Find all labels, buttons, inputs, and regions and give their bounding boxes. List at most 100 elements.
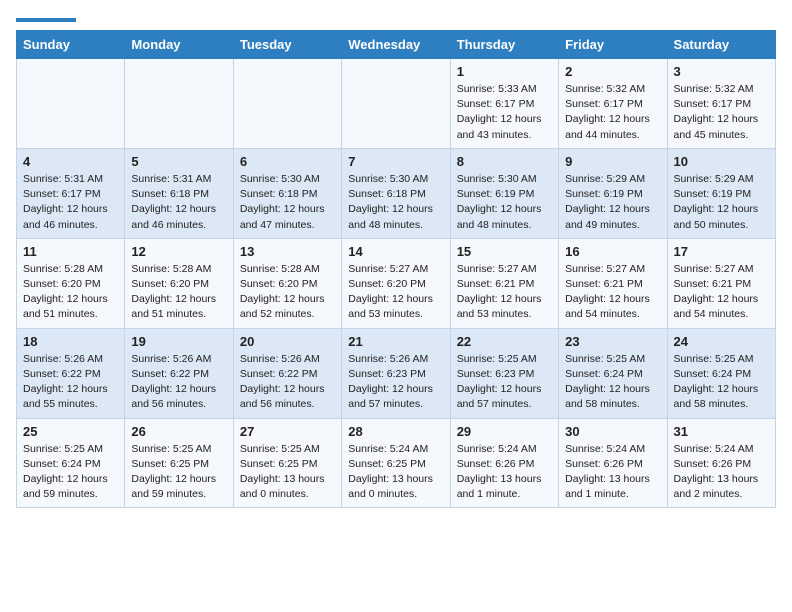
day-cell: 17 Sunrise: 5:27 AMSunset: 6:21 PMDayligh…	[667, 238, 775, 328]
day-cell: 8Sunrise: 5:30 AMSunset: 6:19 PMDaylight…	[450, 148, 558, 238]
day-number: 28	[348, 424, 443, 439]
logo	[16, 16, 76, 22]
day-number: 6	[240, 154, 335, 169]
day-number: 12	[131, 244, 226, 259]
day-cell: 10 Sunrise: 5:29 AMSunset: 6:19 PMDayligh…	[667, 148, 775, 238]
day-number: 1	[457, 64, 552, 79]
day-number: 22	[457, 334, 552, 349]
day-cell: 30Sunrise: 5:24 AMSunset: 6:26 PMDayligh…	[559, 418, 667, 508]
day-cell	[342, 59, 450, 149]
day-number: 20	[240, 334, 335, 349]
day-info: Sunrise: 5:25 AMSunset: 6:25 PMDaylight:…	[131, 442, 226, 503]
calendar-body: 1 Sunrise: 5:33 AMSunset: 6:17 PMDaylight…	[17, 59, 776, 508]
day-number: 16	[565, 244, 660, 259]
day-number: 15	[457, 244, 552, 259]
day-cell: 6 Sunrise: 5:30 AMSunset: 6:18 PMDaylight…	[233, 148, 341, 238]
day-cell: 22 Sunrise: 5:25 AMSunset: 6:23 PMDayligh…	[450, 328, 558, 418]
day-info: Sunrise: 5:28 AMSunset: 6:20 PMDaylight:…	[131, 262, 226, 323]
day-cell: 3 Sunrise: 5:32 AMSunset: 6:17 PMDaylight…	[667, 59, 775, 149]
day-number: 2	[565, 64, 660, 79]
day-info: Sunrise: 5:28 AMSunset: 6:20 PMDaylight:…	[240, 262, 335, 323]
day-number: 17	[674, 244, 769, 259]
day-cell: 26 Sunrise: 5:25 AMSunset: 6:25 PMDayligh…	[125, 418, 233, 508]
day-number: 11	[23, 244, 118, 259]
day-cell	[125, 59, 233, 149]
day-number: 9	[565, 154, 660, 169]
header-cell-friday: Friday	[559, 31, 667, 59]
header-cell-monday: Monday	[125, 31, 233, 59]
day-info: Sunrise: 5:26 AMSunset: 6:22 PMDaylight:…	[240, 352, 335, 413]
day-number: 5	[131, 154, 226, 169]
day-info: Sunrise: 5:31 AMSunset: 6:17 PMDaylight:…	[23, 172, 118, 233]
day-info: Sunrise: 5:25 AMSunset: 6:24 PMDaylight:…	[565, 352, 660, 413]
day-cell: 18 Sunrise: 5:26 AMSunset: 6:22 PMDayligh…	[17, 328, 125, 418]
day-info: Sunrise: 5:30 AMSunset: 6:19 PMDaylight:…	[457, 172, 552, 233]
day-cell: 9 Sunrise: 5:29 AMSunset: 6:19 PMDaylight…	[559, 148, 667, 238]
day-number: 3	[674, 64, 769, 79]
day-cell: 4 Sunrise: 5:31 AMSunset: 6:17 PMDaylight…	[17, 148, 125, 238]
day-info: Sunrise: 5:32 AMSunset: 6:17 PMDaylight:…	[674, 82, 769, 143]
day-cell: 1 Sunrise: 5:33 AMSunset: 6:17 PMDaylight…	[450, 59, 558, 149]
day-info: Sunrise: 5:33 AMSunset: 6:17 PMDaylight:…	[457, 82, 552, 143]
week-row-5: 25 Sunrise: 5:25 AMSunset: 6:24 PMDayligh…	[17, 418, 776, 508]
day-info: Sunrise: 5:24 AMSunset: 6:26 PMDaylight:…	[457, 442, 552, 503]
day-cell: 7Sunrise: 5:30 AMSunset: 6:18 PMDaylight…	[342, 148, 450, 238]
header-cell-wednesday: Wednesday	[342, 31, 450, 59]
day-cell	[17, 59, 125, 149]
day-number: 26	[131, 424, 226, 439]
day-info: Sunrise: 5:26 AMSunset: 6:22 PMDaylight:…	[131, 352, 226, 413]
calendar-table: SundayMondayTuesdayWednesdayThursdayFrid…	[16, 30, 776, 508]
day-cell	[233, 59, 341, 149]
day-info: Sunrise: 5:31 AMSunset: 6:18 PMDaylight:…	[131, 172, 226, 233]
header-cell-sunday: Sunday	[17, 31, 125, 59]
day-cell: 14 Sunrise: 5:27 AMSunset: 6:20 PMDayligh…	[342, 238, 450, 328]
day-info: Sunrise: 5:26 AMSunset: 6:22 PMDaylight:…	[23, 352, 118, 413]
day-info: Sunrise: 5:30 AMSunset: 6:18 PMDaylight:…	[240, 172, 335, 233]
day-number: 4	[23, 154, 118, 169]
day-cell: 27 Sunrise: 5:25 AMSunset: 6:25 PMDayligh…	[233, 418, 341, 508]
day-number: 25	[23, 424, 118, 439]
logo-bar	[16, 18, 76, 22]
day-number: 30	[565, 424, 660, 439]
day-number: 14	[348, 244, 443, 259]
day-info: Sunrise: 5:29 AMSunset: 6:19 PMDaylight:…	[565, 172, 660, 233]
day-info: Sunrise: 5:25 AMSunset: 6:25 PMDaylight:…	[240, 442, 335, 503]
header-cell-thursday: Thursday	[450, 31, 558, 59]
day-info: Sunrise: 5:27 AMSunset: 6:21 PMDaylight:…	[565, 262, 660, 323]
day-info: Sunrise: 5:25 AMSunset: 6:24 PMDaylight:…	[23, 442, 118, 503]
day-cell: 12 Sunrise: 5:28 AMSunset: 6:20 PMDayligh…	[125, 238, 233, 328]
day-info: Sunrise: 5:32 AMSunset: 6:17 PMDaylight:…	[565, 82, 660, 143]
day-number: 18	[23, 334, 118, 349]
week-row-3: 11 Sunrise: 5:28 AMSunset: 6:20 PMDayligh…	[17, 238, 776, 328]
day-number: 31	[674, 424, 769, 439]
page-header	[16, 16, 776, 22]
header-cell-saturday: Saturday	[667, 31, 775, 59]
day-info: Sunrise: 5:27 AMSunset: 6:21 PMDaylight:…	[674, 262, 769, 323]
day-number: 19	[131, 334, 226, 349]
day-info: Sunrise: 5:24 AMSunset: 6:26 PMDaylight:…	[674, 442, 769, 503]
day-cell: 28Sunrise: 5:24 AMSunset: 6:25 PMDayligh…	[342, 418, 450, 508]
day-cell: 19 Sunrise: 5:26 AMSunset: 6:22 PMDayligh…	[125, 328, 233, 418]
day-info: Sunrise: 5:25 AMSunset: 6:24 PMDaylight:…	[674, 352, 769, 413]
week-row-1: 1 Sunrise: 5:33 AMSunset: 6:17 PMDaylight…	[17, 59, 776, 149]
day-info: Sunrise: 5:29 AMSunset: 6:19 PMDaylight:…	[674, 172, 769, 233]
day-info: Sunrise: 5:27 AMSunset: 6:20 PMDaylight:…	[348, 262, 443, 323]
week-row-2: 4 Sunrise: 5:31 AMSunset: 6:17 PMDaylight…	[17, 148, 776, 238]
day-info: Sunrise: 5:25 AMSunset: 6:23 PMDaylight:…	[457, 352, 552, 413]
day-cell: 21Sunrise: 5:26 AMSunset: 6:23 PMDayligh…	[342, 328, 450, 418]
day-cell: 25 Sunrise: 5:25 AMSunset: 6:24 PMDayligh…	[17, 418, 125, 508]
day-cell: 31 Sunrise: 5:24 AMSunset: 6:26 PMDayligh…	[667, 418, 775, 508]
day-info: Sunrise: 5:26 AMSunset: 6:23 PMDaylight:…	[348, 352, 443, 413]
day-cell: 29Sunrise: 5:24 AMSunset: 6:26 PMDayligh…	[450, 418, 558, 508]
day-number: 27	[240, 424, 335, 439]
day-number: 7	[348, 154, 443, 169]
day-number: 13	[240, 244, 335, 259]
day-number: 23	[565, 334, 660, 349]
day-cell: 11Sunrise: 5:28 AMSunset: 6:20 PMDayligh…	[17, 238, 125, 328]
calendar-header: SundayMondayTuesdayWednesdayThursdayFrid…	[17, 31, 776, 59]
day-cell: 16 Sunrise: 5:27 AMSunset: 6:21 PMDayligh…	[559, 238, 667, 328]
day-cell: 20 Sunrise: 5:26 AMSunset: 6:22 PMDayligh…	[233, 328, 341, 418]
header-row: SundayMondayTuesdayWednesdayThursdayFrid…	[17, 31, 776, 59]
day-number: 10	[674, 154, 769, 169]
day-cell: 15Sunrise: 5:27 AMSunset: 6:21 PMDayligh…	[450, 238, 558, 328]
